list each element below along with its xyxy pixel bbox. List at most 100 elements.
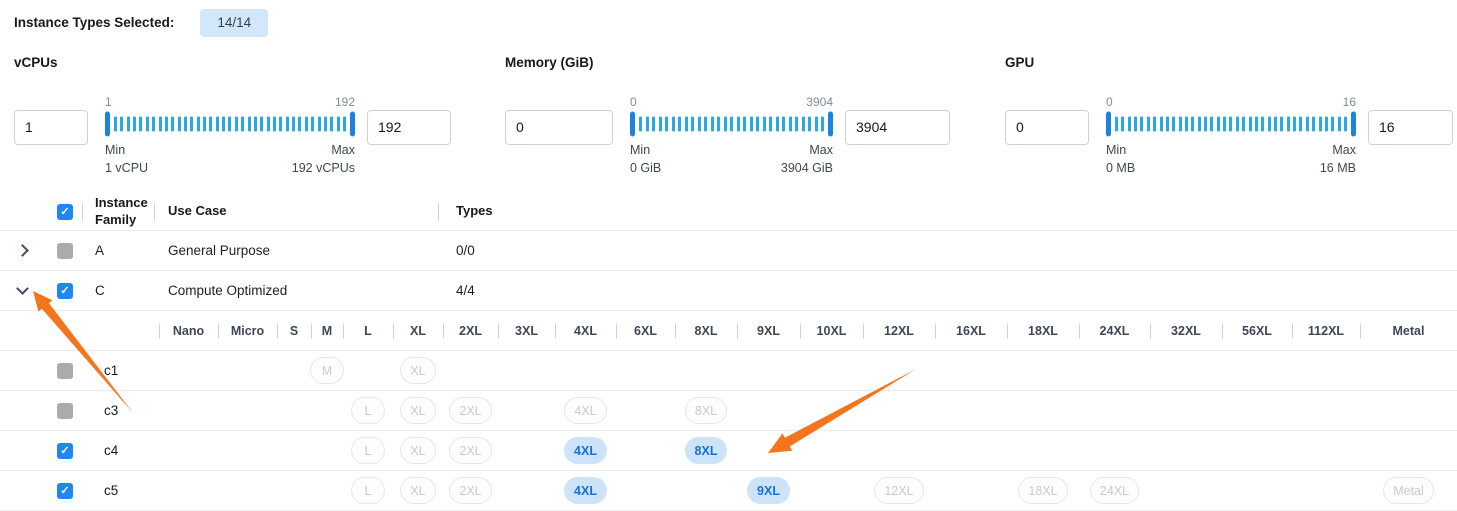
instance-checkbox-c4[interactable] bbox=[57, 443, 73, 459]
slider-track[interactable] bbox=[1106, 112, 1356, 137]
pill-c3-2xl[interactable]: 2XL bbox=[449, 397, 491, 424]
pill-c5-4xl[interactable]: 4XL bbox=[564, 477, 607, 504]
pill-c4-2xl[interactable]: 2XL bbox=[449, 437, 491, 464]
slider-tick bbox=[730, 117, 733, 132]
pill-c5-xl[interactable]: XL bbox=[400, 477, 435, 504]
slider-max-label: 16 bbox=[1343, 95, 1356, 109]
slider-tick bbox=[1217, 117, 1220, 132]
memory-min-input[interactable] bbox=[505, 110, 613, 145]
slider-handle-max[interactable] bbox=[350, 112, 355, 137]
slider-tick bbox=[114, 117, 117, 132]
instance-checkbox-c5[interactable] bbox=[57, 483, 73, 499]
slider-tick bbox=[717, 117, 720, 132]
instance-name: c1 bbox=[82, 363, 118, 378]
slider-tick bbox=[646, 117, 649, 132]
slider-track[interactable] bbox=[630, 112, 833, 137]
slider-tick bbox=[1147, 117, 1150, 132]
pill-c1-xl[interactable]: XL bbox=[400, 357, 435, 384]
pill-c5-18xl[interactable]: 18XL bbox=[1018, 477, 1067, 504]
pill-c5-2xl[interactable]: 2XL bbox=[449, 477, 491, 504]
filter-label: vCPUs bbox=[14, 55, 505, 70]
collapse-chevron-icon[interactable] bbox=[16, 282, 29, 295]
slider-tick bbox=[763, 117, 766, 132]
vcpus-slider: 1 192 Min 1 vCPU Max 192 vCPUs bbox=[105, 95, 355, 179]
slider-tick bbox=[1134, 117, 1137, 132]
pill-c3-l[interactable]: L bbox=[351, 397, 385, 424]
pill-c5-9xl[interactable]: 9XL bbox=[747, 477, 790, 504]
pill-c5-24xl[interactable]: 24XL bbox=[1090, 477, 1139, 504]
pill-c3-xl[interactable]: XL bbox=[400, 397, 435, 424]
family-name: A bbox=[82, 243, 154, 258]
slider-handle-min[interactable] bbox=[105, 112, 110, 137]
pill-c4-4xl[interactable]: 4XL bbox=[564, 437, 607, 464]
gpu-min-input[interactable] bbox=[1005, 110, 1089, 145]
family-row-c: CCompute Optimized4/4 bbox=[0, 271, 1457, 311]
slider-tick bbox=[228, 117, 231, 132]
slider-max-caption: Max bbox=[1320, 141, 1356, 160]
family-checkbox-a[interactable] bbox=[57, 243, 73, 259]
slider-track[interactable] bbox=[105, 112, 355, 137]
pill-c5-12xl[interactable]: 12XL bbox=[874, 477, 923, 504]
slider-tick bbox=[776, 117, 779, 132]
family-name: C bbox=[82, 283, 154, 298]
selected-count-badge: 14/14 bbox=[200, 9, 268, 37]
pill-c5-metal[interactable]: Metal bbox=[1383, 477, 1434, 504]
types-count: 4/4 bbox=[438, 283, 1457, 298]
pill-c4-l[interactable]: L bbox=[351, 437, 385, 464]
slider-min-detail: 0 MB bbox=[1106, 159, 1135, 178]
family-row-a: AGeneral Purpose0/0 bbox=[0, 231, 1457, 271]
slider-tick bbox=[146, 117, 149, 132]
vcpus-min-input[interactable] bbox=[14, 110, 88, 145]
slider-tick bbox=[1242, 117, 1245, 132]
pill-c3-4xl[interactable]: 4XL bbox=[564, 397, 606, 424]
size-header-112xl: 112XL bbox=[1292, 311, 1360, 350]
slider-tick bbox=[1204, 117, 1207, 132]
topbar: Instance Types Selected: 14/14 bbox=[0, 0, 1457, 37]
selected-count-label: Instance Types Selected: bbox=[14, 15, 174, 30]
slider-tick bbox=[197, 117, 200, 132]
instance-row-c5: c5LXL2XL4XL9XL12XL18XL24XLMetal bbox=[0, 471, 1457, 511]
pill-c5-l[interactable]: L bbox=[351, 477, 385, 504]
pill-c4-xl[interactable]: XL bbox=[400, 437, 435, 464]
size-header-row: NanoMicroSMLXL2XL3XL4XL6XL8XL9XL10XL12XL… bbox=[0, 311, 1457, 351]
slider-tick bbox=[821, 117, 824, 132]
slider-tick bbox=[639, 117, 642, 132]
use-case: General Purpose bbox=[154, 243, 438, 258]
table-body: AGeneral Purpose0/0CCompute Optimized4/4… bbox=[0, 231, 1457, 511]
slider-min-caption: Min bbox=[1106, 141, 1135, 160]
slider-tick bbox=[711, 117, 714, 132]
slider-tick bbox=[1287, 117, 1290, 132]
instance-row-c3: c3LXL2XL4XL8XL bbox=[0, 391, 1457, 431]
family-checkbox-c[interactable] bbox=[57, 283, 73, 299]
slider-tick bbox=[1185, 117, 1188, 132]
slider-handle-max[interactable] bbox=[828, 112, 833, 137]
vcpus-max-input[interactable] bbox=[367, 110, 451, 145]
memory-max-input[interactable] bbox=[845, 110, 950, 145]
slider-min-detail: 1 vCPU bbox=[105, 159, 148, 178]
size-header-24xl: 24XL bbox=[1079, 311, 1150, 350]
slider-tick bbox=[1344, 117, 1347, 132]
size-header-16xl: 16XL bbox=[935, 311, 1007, 350]
gpu-max-input[interactable] bbox=[1368, 110, 1453, 145]
slider-min-label: 0 bbox=[630, 95, 637, 109]
slider-tick bbox=[1268, 117, 1271, 132]
filter-memory: Memory (GiB) 0 3904 Min 0 GiB bbox=[505, 55, 1005, 179]
slider-handle-min[interactable] bbox=[1106, 112, 1111, 137]
instance-checkbox-c1[interactable] bbox=[57, 363, 73, 379]
select-all-checkbox[interactable] bbox=[57, 204, 73, 220]
table-header-row: Instance Family Use Case Types bbox=[0, 193, 1457, 231]
pill-c4-8xl[interactable]: 8XL bbox=[685, 437, 728, 464]
pill-c3-8xl[interactable]: 8XL bbox=[685, 397, 727, 424]
slider-tick bbox=[1229, 117, 1232, 132]
slider-min-detail: 0 GiB bbox=[630, 159, 661, 178]
pill-c1-m[interactable]: M bbox=[310, 357, 344, 384]
instance-row-c4: c4LXL2XL4XL8XL bbox=[0, 431, 1457, 471]
slider-handle-min[interactable] bbox=[630, 112, 635, 137]
slider-tick bbox=[222, 117, 225, 132]
expand-chevron-icon[interactable] bbox=[16, 244, 29, 257]
instance-checkbox-c3[interactable] bbox=[57, 403, 73, 419]
size-header-l: L bbox=[343, 311, 393, 350]
slider-tick bbox=[216, 117, 219, 132]
slider-max-caption: Max bbox=[781, 141, 833, 160]
slider-handle-max[interactable] bbox=[1351, 112, 1356, 137]
